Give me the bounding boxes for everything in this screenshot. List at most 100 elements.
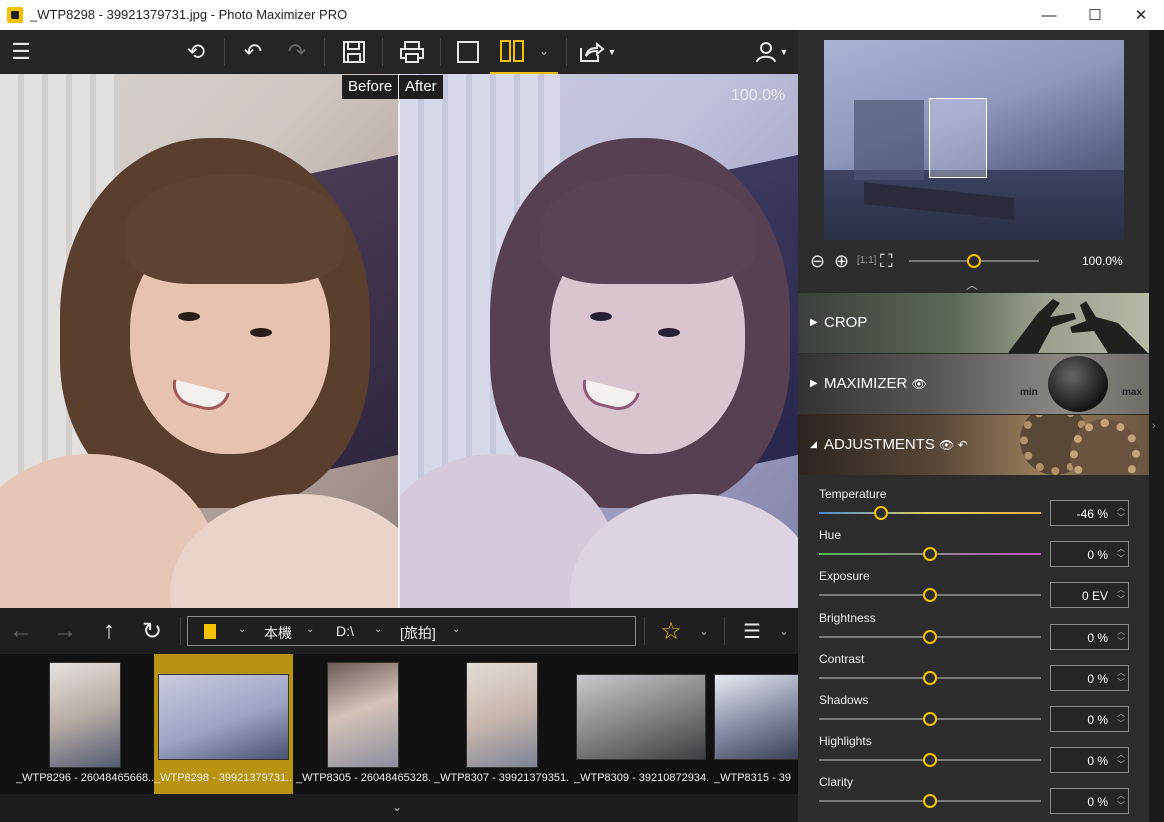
adjustment-knob-exposure[interactable] [923,588,937,602]
chevron-down-icon[interactable]: ⌄ [452,624,460,635]
thumbnail-item[interactable]: _WTP8296 - 26048465668... [16,654,154,794]
thumbnail-item[interactable]: _WTP8315 - 39 [712,654,798,794]
thumbnail-item[interactable]: _WTP8307 - 39921379351... [434,654,570,794]
before-label: Before [342,75,399,99]
path-segment-drive[interactable]: D:\ [336,623,354,639]
zoom-slider-knob[interactable] [967,254,981,268]
thumbnail-item-selected[interactable]: _WTP8298 - 39921379731... [154,654,293,794]
chevron-down-icon[interactable]: ⌄ [539,44,549,58]
zoom-out-icon[interactable]: ⊖ [810,251,825,272]
forward-icon[interactable]: → [48,608,82,654]
adjustment-knob-highlights[interactable] [923,753,937,767]
stepper-arrows-icon[interactable]: ︿ ﹀ [1117,750,1125,770]
minimize-button[interactable]: — [1026,0,1072,30]
adjustment-knob-clarity[interactable] [923,794,937,808]
thumbnail-item[interactable]: _WTP8305 - 26048465328... [296,654,430,794]
app-icon [7,7,23,23]
user-icon[interactable]: ▼ [752,30,792,74]
split-view-icon[interactable]: ⌄ [490,30,558,74]
adjustment-value-text: 0 % [1087,795,1108,809]
maximizer-section-header[interactable]: min max ▶ MAXIMIZER 👁 [798,354,1149,414]
zoom-in-icon[interactable]: ⊕ [834,251,849,272]
maximize-button[interactable]: ☐ [1072,0,1118,30]
stepper-arrows-icon[interactable]: ︿ ﹀ [1117,503,1125,523]
path-breadcrumb[interactable]: ⌄ 本機 ⌄ D:\ ⌄ [旅拍] ⌄ [187,616,636,646]
panel-scrollbar[interactable]: › [1149,30,1164,822]
undo-all-icon[interactable]: ⟲ [178,30,214,74]
single-view-icon[interactable] [452,30,484,74]
chevron-down-icon[interactable]: ⌄ [306,624,314,635]
chevron-down-icon[interactable]: ⌄ [774,608,794,654]
adjustment-value-temperature[interactable]: -46 % ︿ ﹀ [1050,500,1129,526]
adjustment-knob-hue[interactable] [923,547,937,561]
chevron-down-icon[interactable]: ⌄ [694,608,714,654]
adjustment-value-shadows[interactable]: 0 % ︿ ﹀ [1050,706,1129,732]
adjustment-label-hue: Hue [819,528,842,542]
toolbar: ☰ ⟲ ↶ ↷ ⌄ ▼ ▼ [0,30,798,74]
adjustment-knob-temperature[interactable] [874,506,889,520]
adjustment-value-hue[interactable]: 0 % ︿ ﹀ [1050,541,1129,567]
undo-icon[interactable]: ↶ [236,30,270,74]
title-bar: _WTP8298 - 39921379731.jpg - Photo Maxim… [0,0,1164,30]
dial-min-label: min [1020,387,1038,398]
stepper-arrows-icon[interactable]: ︿ ﹀ [1117,791,1125,811]
star-filter-icon[interactable]: ☆ [654,608,688,654]
close-button[interactable]: ✕ [1118,0,1164,30]
refresh-icon[interactable]: ↻ [134,608,170,654]
adjustment-value-exposure[interactable]: 0 EV ︿ ﹀ [1050,582,1129,608]
browser-navbar: ← → ↑ ↻ ⌄ 本機 ⌄ D:\ ⌄ [旅拍] ⌄ ☆ ⌄ ☰ ⌄ [0,608,798,654]
adjustments-section-header[interactable]: ◢ ADJUSTMENTS 👁 ↶ [798,415,1149,475]
up-icon[interactable]: ↑ [92,608,126,654]
stepper-arrows-icon[interactable]: ︿ ﹀ [1117,627,1125,647]
split-divider[interactable] [398,74,400,608]
side-panel: ⊖ ⊕ [1:1] ⛶ 100.0% ︿ ▶ CROP min max ▶ MAXI… [798,30,1149,822]
adjustment-label-brightness: Brightness [819,611,876,625]
sort-icon[interactable]: ☰ [734,608,770,654]
adjustment-knob-contrast[interactable] [923,671,937,685]
adjustment-value-text: 0 EV [1081,589,1108,603]
adjustment-label-contrast: Contrast [819,652,865,666]
folder-icon [204,624,216,639]
adjustment-label-exposure: Exposure [819,569,870,583]
stepper-arrows-icon[interactable]: ︿ ﹀ [1117,709,1125,729]
stepper-arrows-icon[interactable]: ︿ ﹀ [1117,668,1125,688]
chevron-down-icon[interactable]: ⌄ [238,624,246,635]
path-segment-pc[interactable]: 本機 [264,623,292,643]
stepper-arrows-icon[interactable]: ︿ ﹀ [1117,585,1125,605]
maximizer-title: MAXIMIZER [824,375,908,392]
back-icon[interactable]: ← [4,608,38,654]
chevron-down-icon[interactable]: ⌄ [392,800,402,814]
share-icon[interactable]: ▼ [576,30,618,74]
navigator-preview[interactable] [824,40,1124,240]
after-label: After [399,75,443,99]
navigator-viewport[interactable] [929,98,987,178]
redo-icon[interactable]: ↷ [280,30,314,74]
menu-icon[interactable]: ☰ [4,30,38,74]
after-view[interactable] [400,74,798,608]
path-segment-folder[interactable]: [旅拍] [400,623,436,643]
chevron-down-icon[interactable]: ⌄ [374,624,382,635]
crop-section-header[interactable]: ▶ CROP [798,293,1149,353]
adjustment-value-brightness[interactable]: 0 % ︿ ﹀ [1050,624,1129,650]
adjustment-knob-shadows[interactable] [923,712,937,726]
save-icon[interactable] [336,30,372,74]
adjustment-value-clarity[interactable]: 0 % ︿ ﹀ [1050,788,1129,814]
chevron-right-icon[interactable]: › [1152,420,1156,432]
chevron-up-icon[interactable]: ︿ [966,276,978,293]
zoom-fit-icon[interactable]: ⛶ [880,251,893,272]
adjustment-value-contrast[interactable]: 0 % ︿ ﹀ [1050,665,1129,691]
adjustment-slider-temperature[interactable] [819,512,1041,514]
adjustment-knob-brightness[interactable] [923,630,937,644]
adjustment-value-text: -46 % [1076,507,1108,521]
actual-size-icon[interactable]: [1:1] [857,255,876,266]
adjustment-value-text: 0 % [1087,631,1108,645]
before-view[interactable] [0,74,398,608]
eye-icon[interactable]: 👁 ↶ [939,438,968,452]
thumbnail-item[interactable]: _WTP8309 - 39210872934... [574,654,708,794]
filmstrip-toggle-bar[interactable]: ⌄ [0,794,798,822]
adjustment-value-highlights[interactable]: 0 % ︿ ﹀ [1050,747,1129,773]
print-icon[interactable] [394,30,430,74]
eye-icon[interactable]: 👁 [912,377,927,391]
stepper-arrows-icon[interactable]: ︿ ﹀ [1117,544,1125,564]
adjustment-label-clarity: Clarity [819,775,854,789]
